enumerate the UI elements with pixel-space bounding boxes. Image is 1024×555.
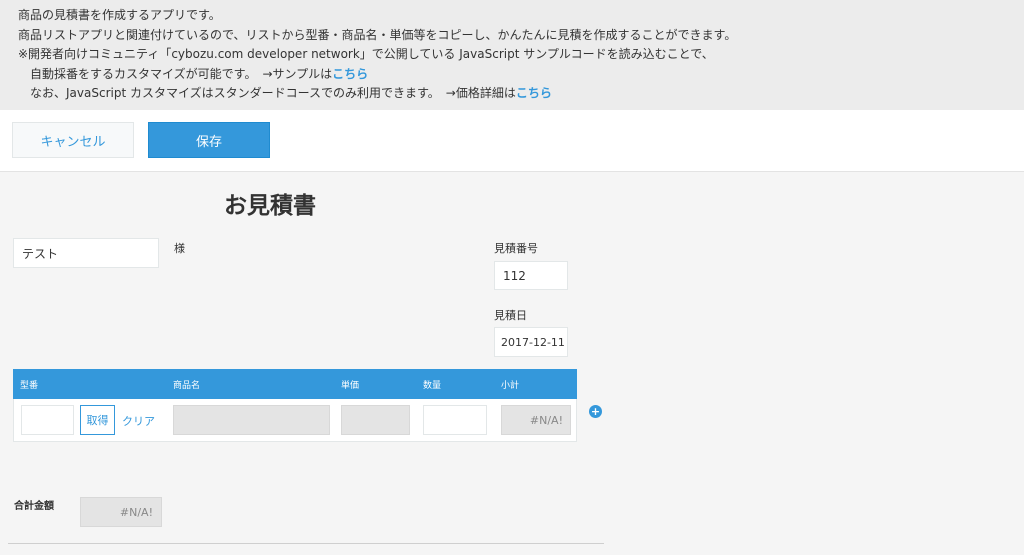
description-line-2: 商品リストアプリと関連付けているので、リストから型番・商品名・単価等をコピーし、… bbox=[18, 27, 737, 42]
table-header: 型番 商品名 単価 数量 小計 bbox=[13, 369, 577, 399]
quote-date-label: 見積日 bbox=[494, 309, 527, 322]
line-items-table: 型番 商品名 単価 数量 小計 取得 クリア #N/A! bbox=[13, 369, 577, 442]
total-amount-field: #N/A! bbox=[80, 497, 162, 527]
column-header-product: 商品名 bbox=[173, 381, 201, 391]
unit-price-field bbox=[341, 405, 410, 435]
column-header-quantity: 数量 bbox=[423, 381, 442, 391]
table-row: 取得 クリア #N/A! bbox=[13, 399, 577, 442]
customer-name-input[interactable]: テスト bbox=[13, 238, 159, 268]
customer-suffix-label: 様 bbox=[174, 242, 185, 255]
subtotal-field: #N/A! bbox=[501, 405, 571, 435]
form-title: お見積書 bbox=[224, 193, 316, 219]
save-button[interactable]: 保存 bbox=[148, 122, 270, 158]
quote-date-input[interactable]: 2017-12-11 bbox=[494, 327, 568, 357]
description-line-5-text: なお、JavaScript カスタマイズはスタンダードコースでのみ利用できます。… bbox=[30, 86, 516, 100]
lookup-clear-link[interactable]: クリア bbox=[122, 413, 155, 429]
product-name-field bbox=[173, 405, 330, 435]
description-line-4-text: 自動採番をするカスタマイズが可能です。 →サンプルは bbox=[30, 66, 333, 81]
column-header-unit-price: 単価 bbox=[341, 381, 360, 391]
cancel-button[interactable]: キャンセル bbox=[12, 122, 134, 158]
model-number-input[interactable] bbox=[21, 405, 74, 435]
description-line-4: 自動採番をするカスタマイズが可能です。 →サンプルはこちら bbox=[18, 65, 1024, 85]
quote-number-input[interactable]: 112 bbox=[494, 261, 568, 290]
add-row-icon[interactable]: + bbox=[589, 405, 602, 418]
description-line-5: なお、JavaScript カスタマイズはスタンダードコースでのみ利用できます。… bbox=[18, 84, 1024, 104]
description-line-3: ※開発者向けコミュニティ「cybozu.com developer networ… bbox=[18, 47, 714, 61]
column-header-subtotal: 小計 bbox=[501, 381, 520, 391]
column-header-model: 型番 bbox=[20, 381, 39, 391]
total-amount-label: 合計金額 bbox=[14, 501, 54, 512]
record-toolbar: キャンセル 保存 bbox=[0, 110, 1024, 172]
quote-number-label: 見積番号 bbox=[494, 242, 538, 255]
sample-link[interactable]: こちら bbox=[332, 67, 368, 81]
price-details-link[interactable]: こちら bbox=[516, 86, 552, 100]
quantity-input[interactable] bbox=[423, 405, 487, 435]
divider bbox=[8, 543, 604, 544]
app-description: 商品の見積書を作成するアプリです。 商品リストアプリと関連付けているので、リスト… bbox=[0, 0, 1024, 110]
lookup-get-button[interactable]: 取得 bbox=[80, 405, 115, 435]
description-line-1: 商品の見積書を作成するアプリです。 bbox=[18, 8, 221, 22]
